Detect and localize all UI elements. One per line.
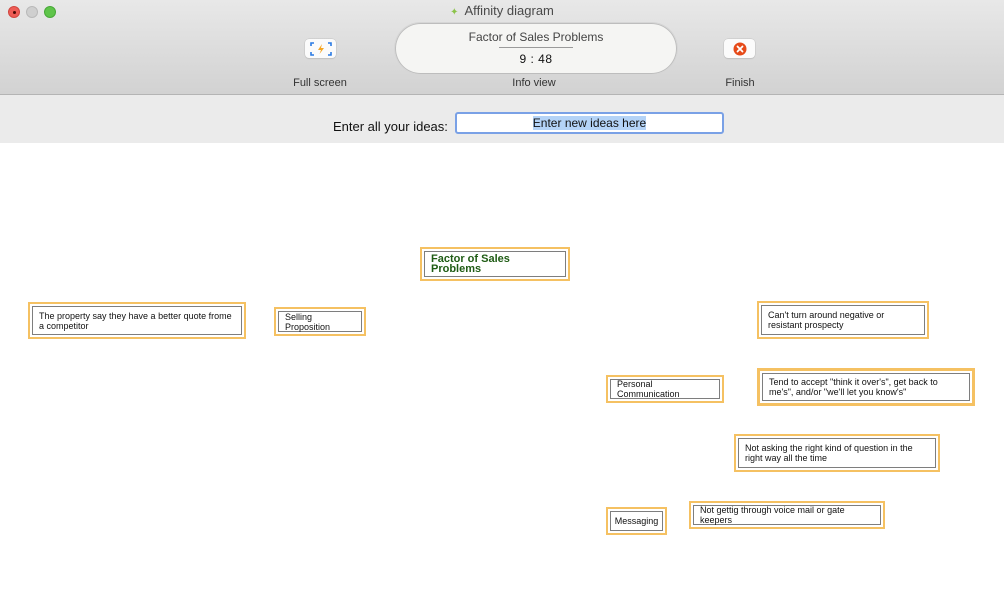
idea-card-text: Not gettig through voice mail or gate ke… xyxy=(693,505,881,525)
finish-label: Finish xyxy=(725,77,755,89)
info-view-divider xyxy=(499,47,573,48)
fullscreen-button[interactable] xyxy=(305,39,336,58)
idea-card[interactable]: Can't turn around negative or resistant … xyxy=(757,301,929,339)
idea-card[interactable]: The property say they have a better quot… xyxy=(28,302,246,339)
group-card-text: Messaging xyxy=(610,511,663,531)
idea-input[interactable]: Enter new ideas here xyxy=(455,112,724,134)
idea-input-text: Enter new ideas here xyxy=(532,116,647,130)
idea-card-text: The property say they have a better quot… xyxy=(32,306,242,335)
idea-entry-label: Enter all your ideas: xyxy=(333,119,448,134)
group-card[interactable]: Selling Proposition xyxy=(274,307,366,336)
app-icon: ✦ xyxy=(450,7,459,18)
info-view-title: Factor of Sales Problems xyxy=(468,30,604,44)
idea-card-text: Tend to accept "think it over's", get ba… xyxy=(762,373,970,401)
close-circle-icon xyxy=(733,42,746,55)
group-card[interactable]: Personal Communication xyxy=(606,375,724,403)
diagram-header-card[interactable]: Factor of Sales Problems xyxy=(420,247,570,281)
window-title-text: Affinity diagram xyxy=(464,3,554,18)
window-title: ✦ Affinity diagram xyxy=(0,3,1004,18)
info-view[interactable]: Factor of Sales Problems 9 : 48 xyxy=(395,23,677,74)
idea-card-text: Not asking the right kind of question in… xyxy=(738,438,936,468)
timer: 9 : 48 xyxy=(519,52,553,66)
idea-card[interactable]: Not gettig through voice mail or gate ke… xyxy=(689,501,885,529)
group-card[interactable]: Messaging xyxy=(606,507,667,535)
fullscreen-icon xyxy=(309,41,332,56)
idea-card[interactable]: Not asking the right kind of question in… xyxy=(734,434,940,472)
diagram-canvas[interactable]: Factor of Sales Problems The property sa… xyxy=(0,143,1004,590)
finish-button[interactable] xyxy=(724,39,755,58)
diagram-header-text: Factor of Sales Problems xyxy=(424,251,566,277)
group-card-text: Personal Communication xyxy=(610,379,720,399)
idea-entry-bar: Enter all your ideas: Enter new ideas he… xyxy=(0,95,1004,143)
idea-card-text: Can't turn around negative or resistant … xyxy=(761,305,925,335)
group-card-text: Selling Proposition xyxy=(278,311,362,332)
title-bar: ✦ Affinity diagram Full screen Factor of … xyxy=(0,0,1004,95)
idea-card[interactable]: Tend to accept "think it over's", get ba… xyxy=(757,368,975,406)
fullscreen-label: Full screen xyxy=(293,77,347,89)
info-view-label: Info view xyxy=(512,77,556,89)
